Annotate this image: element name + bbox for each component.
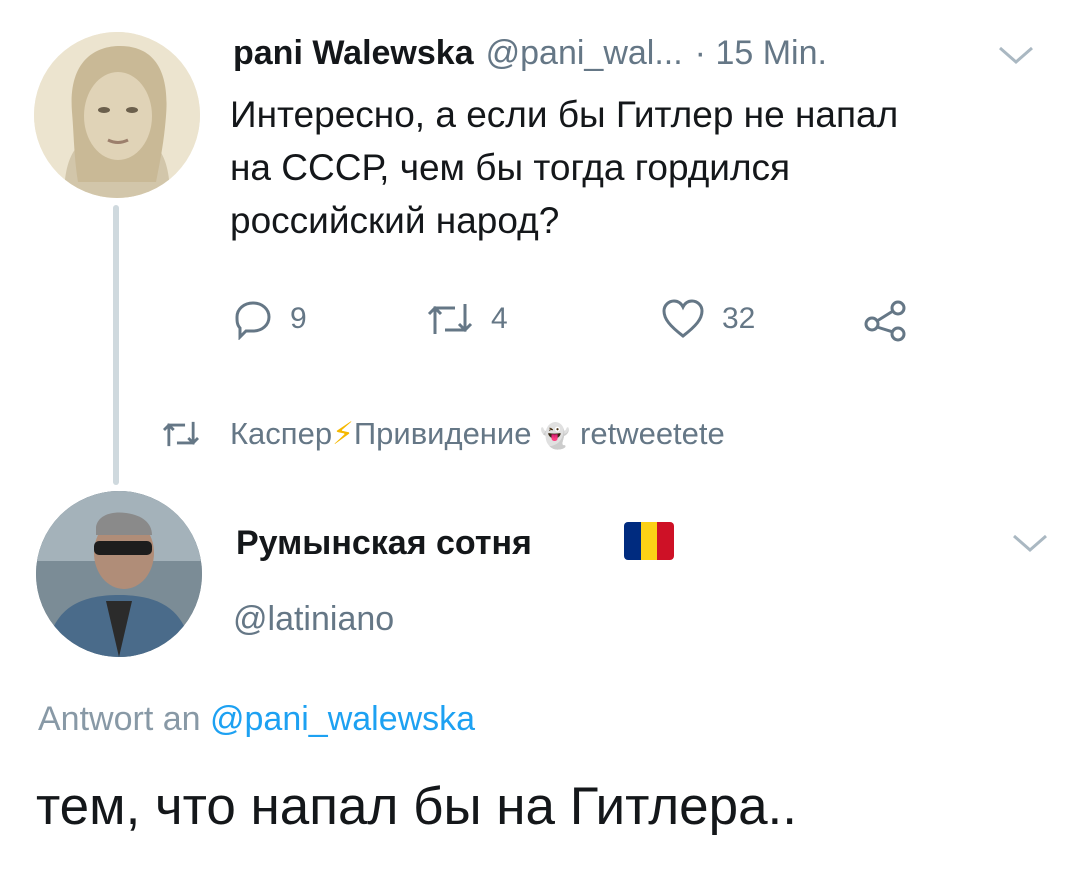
romania-flag-icon (624, 522, 674, 560)
tweet2-text: тем, что напал бы на Гитлера.. (36, 777, 797, 836)
tweet1-header: pani Walewska @pani_wal... · 15 Min. (233, 34, 827, 73)
author-handle[interactable]: @pani_wal... (486, 34, 683, 73)
tweet1-text: Интересно, а если бы Гитлер не напал на … (230, 88, 1030, 247)
retweet-notice: Каспер⚡Привидение 👻 retweetete (160, 416, 725, 452)
avatar-portrait-icon (34, 32, 200, 198)
retweet-button[interactable]: 4 (425, 298, 508, 340)
retweet-count: 4 (491, 302, 508, 335)
thread-connector-line (113, 205, 119, 485)
bolt-emoji-icon: ⚡ (332, 416, 354, 451)
author-name[interactable]: pani Walewska (233, 34, 474, 73)
tweet1-text-line: на СССР, чем бы тогда гордился (230, 147, 791, 188)
reply-count: 9 (290, 302, 307, 335)
retweet-action-text: retweetete (580, 416, 725, 451)
reply-context: Antwort an @pani_walewska (38, 700, 475, 739)
author-handle[interactable]: @latiniano (233, 600, 394, 639)
share-icon[interactable] (862, 296, 912, 347)
retweeter-name[interactable]: Каспер⚡Привидение 👻 (230, 416, 570, 452)
avatar-pani-walewska[interactable] (34, 32, 200, 198)
author-name[interactable]: Румынская сотня (236, 524, 532, 563)
like-button[interactable]: 32 (660, 298, 755, 340)
ghost-emoji-icon: 👻 (540, 423, 571, 450)
avatar-portrait-icon (36, 491, 202, 657)
tweet1-text-line: российский народ? (230, 200, 560, 241)
retweeter-name-part2: Привидение (353, 416, 532, 451)
chevron-down-icon[interactable] (996, 42, 1036, 73)
like-count: 32 (722, 302, 756, 335)
reply-button[interactable]: 9 (232, 298, 307, 340)
reply-mention-link[interactable]: @pani_walewska (210, 700, 475, 738)
retweet-notice-icon (162, 421, 200, 447)
tweet-timestamp[interactable]: · 15 Min. (695, 34, 827, 73)
tweet1-text-line: Интересно, а если бы Гитлер не напал (230, 94, 899, 135)
reply-icon (235, 301, 271, 340)
avatar-rumynskaya-sotnya[interactable] (36, 491, 202, 657)
like-icon (662, 299, 704, 338)
chevron-down-icon[interactable] (1010, 530, 1050, 561)
reply-prefix: Antwort an (38, 700, 201, 738)
retweeter-name-part1: Каспер (230, 416, 333, 451)
retweet-icon (427, 304, 473, 334)
